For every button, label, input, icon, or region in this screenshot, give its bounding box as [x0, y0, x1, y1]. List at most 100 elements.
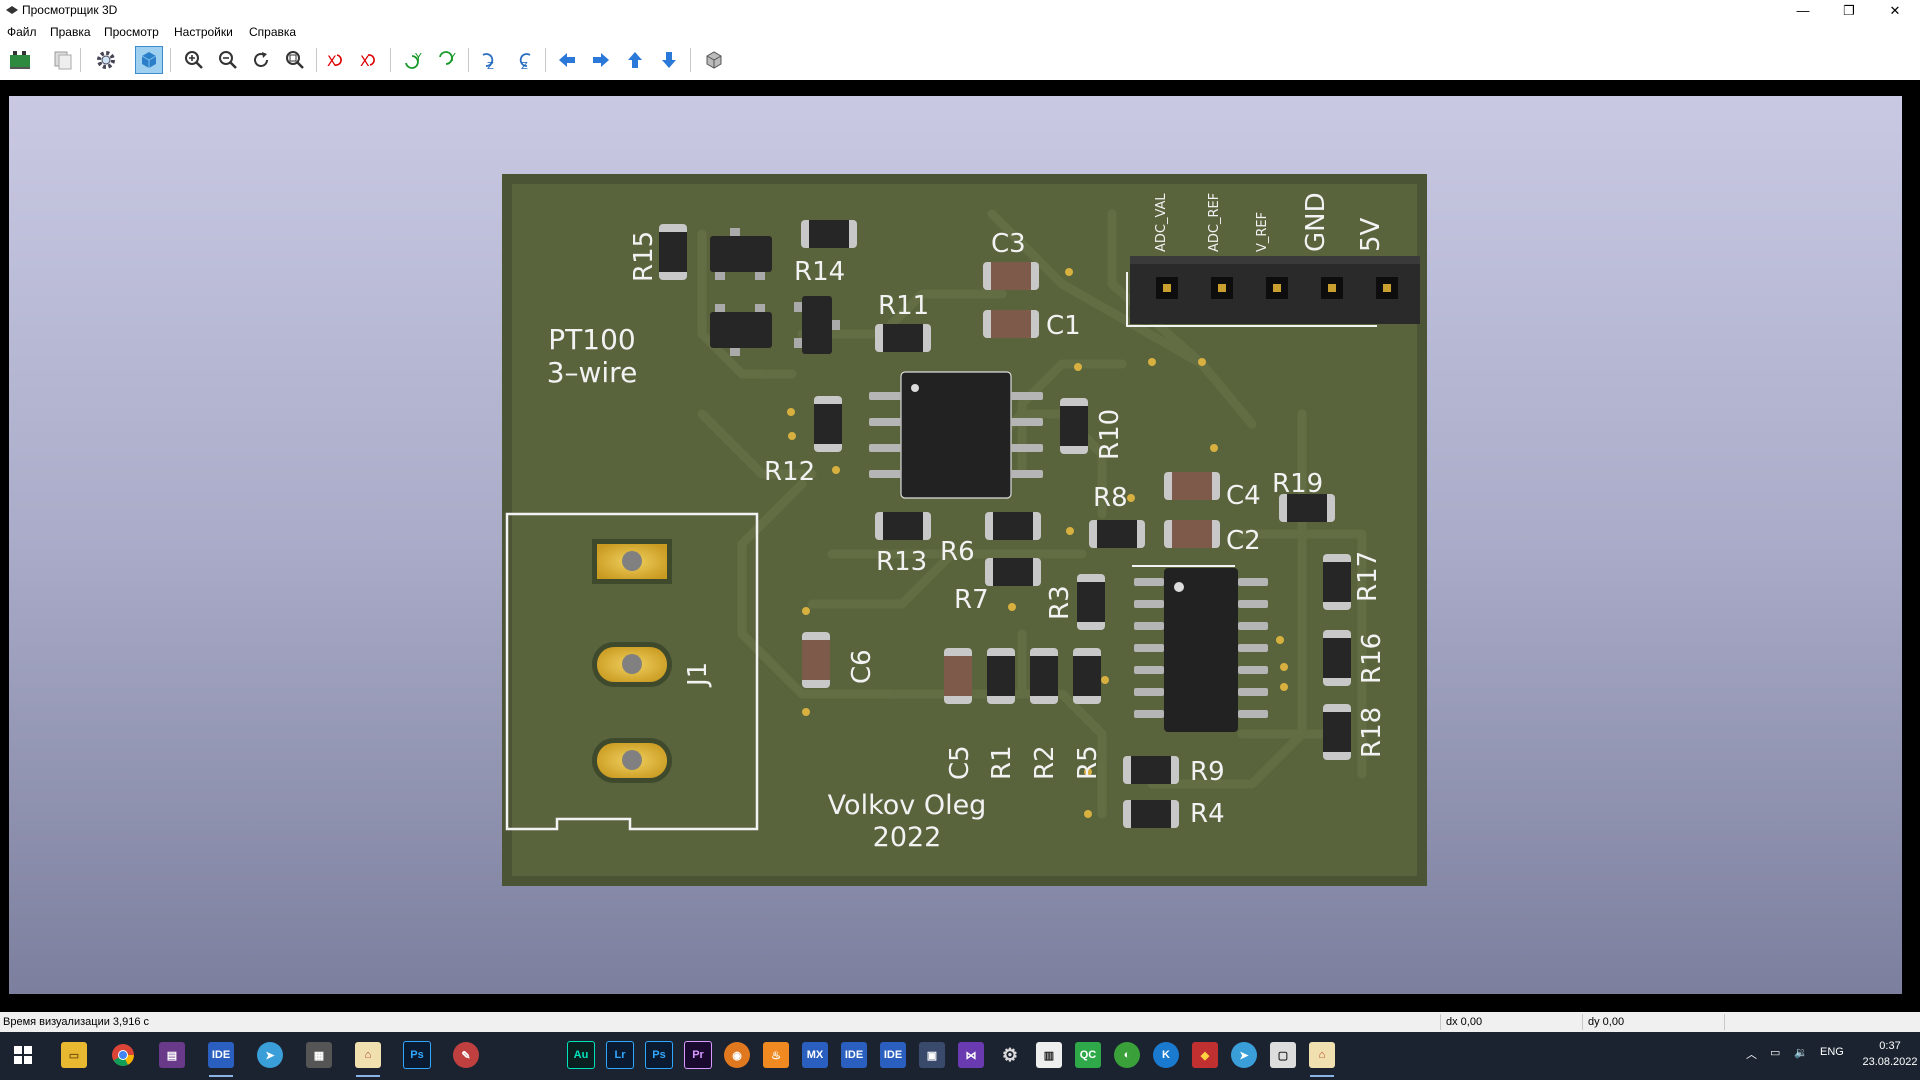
3d-viewport[interactable]: PT100 3–wire Volkov Oleg 2022 ADC_VAL AD…: [9, 96, 1902, 994]
qc-icon[interactable]: QC: [1073, 1040, 1103, 1070]
redraw-icon[interactable]: [247, 46, 275, 74]
app-icon: [5, 4, 19, 18]
dx-readout: dx 0,00: [1446, 1016, 1483, 1028]
terminal-icon[interactable]: ▣: [917, 1040, 947, 1070]
ide-icon-3[interactable]: IDE: [878, 1040, 908, 1070]
fire-app-icon[interactable]: ♨: [761, 1040, 791, 1070]
pcb-board: PT100 3–wire Volkov Oleg 2022 ADC_VAL AD…: [502, 174, 1427, 886]
dy-readout: dy 0,00: [1588, 1016, 1625, 1028]
viewport-frame: PT100 3–wire Volkov Oleg 2022 ADC_VAL AD…: [0, 80, 1920, 1010]
settings-gear-icon[interactable]: [92, 46, 120, 74]
copy-image-icon[interactable]: [49, 46, 77, 74]
raytracing-toggle-icon[interactable]: [135, 46, 163, 74]
zoom-fit-icon[interactable]: [281, 46, 309, 74]
rotate-z-cw-icon[interactable]: Z: [476, 46, 504, 74]
menu-help[interactable]: Справка: [249, 25, 296, 39]
terminal-icon-2[interactable]: ▢: [1268, 1040, 1298, 1070]
rotate-x-ccw-icon[interactable]: X: [356, 46, 384, 74]
move-down-icon[interactable]: [655, 46, 683, 74]
menu-edit[interactable]: Правка: [50, 25, 91, 39]
ref-r11: R11: [878, 291, 929, 321]
chrome-icon[interactable]: [108, 1040, 138, 1070]
photoshop-icon[interactable]: Ps: [402, 1040, 432, 1070]
language-indicator[interactable]: ENG: [1820, 1046, 1844, 1058]
ref-r15: R15: [629, 231, 659, 282]
kicad-icon-2[interactable]: ⌂: [1307, 1040, 1337, 1077]
clock-time: 0:37: [1879, 1040, 1901, 1052]
volume-icon[interactable]: 🔉: [1794, 1046, 1808, 1059]
render-time-status: Время визуализации 3,916 с: [3, 1016, 150, 1028]
ref-r1: R1: [987, 745, 1017, 780]
chevron-up-icon[interactable]: ︿: [1746, 1046, 1757, 1062]
ref-r18: R18: [1357, 707, 1387, 758]
svg-text:Y: Y: [448, 51, 456, 64]
app-icon-green[interactable]: ◐: [1112, 1040, 1142, 1070]
pcb-signature-line-1: Volkov Oleg: [828, 790, 987, 821]
move-left-icon[interactable]: [553, 46, 581, 74]
ref-r12: R12: [764, 457, 815, 487]
window-title: Просмотрщик 3D: [22, 3, 118, 17]
svg-text:X: X: [327, 54, 337, 70]
svg-text:X: X: [360, 54, 370, 70]
app-icon-blue[interactable]: K: [1151, 1040, 1181, 1070]
rotate-y-ccw-icon[interactable]: Y: [434, 46, 462, 74]
ide-icon-2[interactable]: IDE: [839, 1040, 869, 1070]
pin-label-adc-val: ADC_VAL: [1154, 193, 1169, 252]
svg-text:Y: Y: [414, 51, 422, 64]
zoom-in-icon[interactable]: [180, 46, 208, 74]
rotate-z-ccw-icon[interactable]: Z: [510, 46, 538, 74]
visual-studio-icon[interactable]: ⋈: [956, 1040, 986, 1070]
orthographic-cube-icon[interactable]: [700, 46, 728, 74]
network-icon[interactable]: ▭: [1770, 1046, 1780, 1059]
file-explorer-icon[interactable]: ▭: [59, 1040, 89, 1070]
ref-r5: R5: [1073, 745, 1103, 780]
pcb-title-line-2: 3–wire: [547, 356, 638, 389]
ref-r10: R10: [1095, 409, 1125, 460]
rotate-y-cw-icon[interactable]: Y: [400, 46, 428, 74]
telegram-icon[interactable]: ➤: [255, 1040, 285, 1070]
ref-r7: R7: [954, 585, 989, 615]
restore-button[interactable]: ❐: [1826, 0, 1872, 22]
taskbar: ▭ ▤ IDE ➤ ▦ ⌂ Ps ✎ Au Lr Ps Pr ◉ ♨ MX ID…: [0, 1032, 1920, 1080]
ref-r2: R2: [1030, 745, 1060, 780]
blender-icon[interactable]: ◉: [722, 1040, 752, 1070]
ref-r4: R4: [1190, 799, 1225, 829]
clock[interactable]: 0:37 23.08.2022: [1862, 1038, 1918, 1070]
svg-text:Z: Z: [521, 61, 528, 71]
settings-icon[interactable]: ⚙: [995, 1040, 1025, 1070]
app-icon-multicolor[interactable]: ◆: [1190, 1040, 1220, 1070]
stm32-mx-icon[interactable]: MX: [800, 1040, 830, 1070]
move-up-icon[interactable]: [621, 46, 649, 74]
minimize-button[interactable]: —: [1780, 0, 1826, 22]
ref-c3: C3: [991, 229, 1026, 259]
kicad-icon[interactable]: ⌂: [353, 1040, 383, 1077]
menu-settings[interactable]: Настройки: [174, 25, 233, 39]
close-button[interactable]: ✕: [1872, 0, 1918, 22]
pcb-signature-line-2: 2022: [873, 822, 942, 853]
ref-r13: R13: [876, 547, 927, 577]
title-bar: Просмотрщик 3D — ❐ ✕: [0, 0, 1920, 22]
zoom-out-icon[interactable]: [214, 46, 242, 74]
menu-file[interactable]: Файл: [7, 25, 37, 39]
telegram-icon-2[interactable]: ➤: [1229, 1040, 1259, 1070]
premiere-icon[interactable]: Pr: [683, 1040, 713, 1070]
rotate-x-cw-icon[interactable]: X: [323, 46, 351, 74]
device-icon[interactable]: ▥: [1034, 1040, 1064, 1070]
lightroom-icon[interactable]: Lr: [605, 1040, 635, 1070]
move-right-icon[interactable]: [587, 46, 615, 74]
ide-icon[interactable]: IDE: [206, 1040, 236, 1077]
reload-board-icon[interactable]: [6, 46, 34, 74]
ref-r8: R8: [1093, 483, 1128, 513]
photoshop-icon-2[interactable]: Ps: [644, 1040, 674, 1070]
calculator-icon[interactable]: ▦: [304, 1040, 334, 1070]
ref-r17: R17: [1353, 551, 1383, 602]
menu-view[interactable]: Просмотр: [104, 25, 159, 39]
audition-icon[interactable]: Au: [566, 1040, 596, 1070]
winrar-icon[interactable]: ▤: [157, 1040, 187, 1070]
ref-c5: C5: [945, 745, 975, 780]
windows-start-icon[interactable]: [8, 1040, 38, 1070]
paint-icon[interactable]: ✎: [451, 1040, 481, 1070]
pin-label-adc-ref: ADC_REF: [1207, 193, 1222, 252]
ref-r6: R6: [940, 537, 975, 567]
ref-r3: R3: [1045, 585, 1075, 620]
